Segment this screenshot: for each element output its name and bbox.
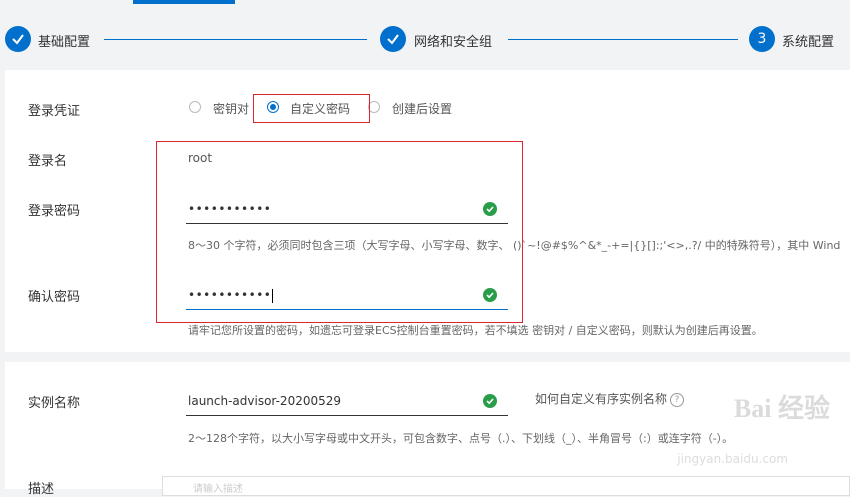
step-bar: 基础配置 网络和安全组 3 系统配置 [0,0,850,70]
instance-card [5,362,850,489]
description-input[interactable]: 请输入描述 [162,476,850,496]
step-3-number: 3 [749,26,775,52]
step-1-check-icon [5,26,31,52]
step-connector [508,39,738,40]
watermark-url: jingyan.baidu.com [677,452,788,466]
instance-name-hint: 2～128个字符，以大小写字母或中文开头，可包含数字、点号（.）、下划线（_）、… [188,432,734,445]
help-icon[interactable]: ? [670,392,685,407]
login-credential-label: 登录凭证 [28,104,81,119]
description-label: 描述 [28,482,55,497]
confirm-password-label: 确认密码 [28,290,81,305]
step-3-label[interactable]: 系统配置 [782,31,834,50]
instance-name-label: 实例名称 [28,396,81,411]
radio-keypair-label[interactable]: 密钥对 [213,100,249,117]
password-reminder-hint: 请牢记您所设置的密码，如遗忘可登录ECS控制台重置密码，若不填选 密钥对 / 自… [188,324,763,337]
highlight-box [253,94,370,123]
radio-keypair[interactable] [189,101,201,113]
step-1-label[interactable]: 基础配置 [38,31,90,50]
instance-name-value: launch-advisor-20200529 [188,394,342,408]
step-2-check-icon [380,26,406,52]
instance-name-input[interactable]: launch-advisor-20200529 [186,388,508,416]
step-2-label[interactable]: 网络和安全组 [414,31,492,50]
login-name-label: 登录名 [28,154,68,169]
highlight-box [156,141,523,323]
watermark-logo: Bai 经验 [733,394,830,423]
custom-instance-name-link[interactable]: 如何自定义有序实例名称? [535,390,685,407]
valid-check-icon [483,394,497,408]
radio-set-later-label[interactable]: 创建后设置 [392,100,452,117]
login-password-label: 登录密码 [28,204,81,219]
description-placeholder: 请输入描述 [193,484,243,495]
active-tab-indicator [133,0,235,4]
step-connector [104,39,367,40]
